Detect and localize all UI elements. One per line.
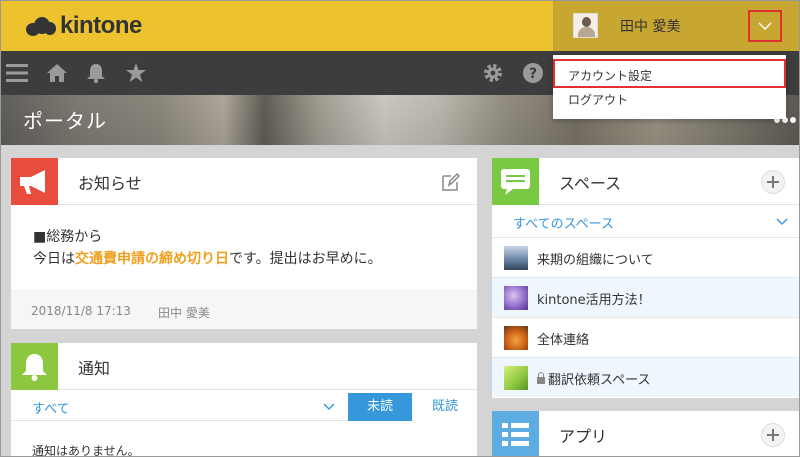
- user-avatar[interactable]: [573, 13, 598, 38]
- kintone-logo[interactable]: kintone: [26, 12, 142, 40]
- space-thumbnail: [504, 366, 528, 390]
- notification-title: 通知: [78, 359, 111, 378]
- menu-icon[interactable]: [4, 60, 30, 86]
- menu-item-logout[interactable]: ログアウト: [553, 88, 786, 114]
- notice-line-2: 今日は交通費申請の締め切り日です。提出はお早めに。: [33, 251, 382, 267]
- bell-icon: [11, 343, 58, 390]
- space-item[interactable]: kintone活用方法！: [492, 277, 800, 317]
- speech-bubble-icon: [492, 158, 539, 205]
- space-item[interactable]: 翻訳依頼スペース: [492, 357, 800, 397]
- edit-icon[interactable]: [441, 172, 461, 192]
- user-name[interactable]: 田中 愛美: [620, 16, 680, 36]
- user-menu-toggle[interactable]: [748, 10, 782, 42]
- logo-text: kintone: [60, 12, 142, 39]
- page-title: ポータル: [23, 109, 107, 133]
- notice-footer: 2018/11/8 17:13 田中 愛美: [11, 290, 477, 329]
- spaces-title: スペース: [559, 174, 622, 193]
- space-item[interactable]: 来期の組織について: [492, 237, 800, 277]
- header-bar: kintone 田中 愛美: [0, 0, 800, 51]
- space-thumbnail: [504, 286, 528, 310]
- menu-item-account-settings[interactable]: アカウント設定: [553, 59, 786, 88]
- user-menu-area[interactable]: 田中 愛美: [553, 0, 800, 51]
- gear-icon[interactable]: [480, 60, 506, 86]
- notification-panel: 通知 すべて 未読 既読 通知はありません。: [11, 343, 477, 457]
- app-list-icon: [492, 411, 539, 457]
- unread-tab-button[interactable]: 未読: [348, 393, 412, 421]
- apps-panel: アプリ: [492, 411, 800, 457]
- space-thumbnail: [504, 326, 528, 350]
- notice-line-1: ■総務から: [33, 229, 103, 245]
- notification-filter-select[interactable]: すべて: [11, 391, 347, 421]
- chevron-down-icon: [758, 22, 772, 30]
- add-space-button[interactable]: [761, 170, 785, 194]
- bell-icon[interactable]: [83, 60, 109, 86]
- chevron-down-icon: [323, 403, 335, 410]
- spaces-filter-select[interactable]: すべてのスペース: [492, 206, 800, 236]
- star-icon[interactable]: [123, 60, 149, 86]
- add-app-button[interactable]: [761, 423, 785, 447]
- svg-text:?: ?: [529, 66, 537, 82]
- home-icon[interactable]: [44, 60, 70, 86]
- chevron-down-icon: [776, 218, 788, 225]
- notice-author: 田中 愛美: [158, 306, 210, 320]
- cloud-logo-icon: [26, 15, 56, 37]
- user-dropdown-menu: アカウント設定 ログアウト: [553, 55, 786, 119]
- megaphone-icon: [11, 158, 58, 205]
- notice-content: ■総務から 今日は交通費申請の締め切り日です。提出はお早めに。: [33, 226, 382, 270]
- read-tab-button[interactable]: 既読: [421, 393, 469, 421]
- lock-icon: [537, 372, 545, 384]
- notice-panel: お知らせ ■総務から 今日は交通費申請の締め切り日です。提出はお早めに。 201…: [11, 158, 477, 329]
- notice-timestamp: 2018/11/8 17:13: [31, 304, 131, 318]
- notice-title: お知らせ: [78, 174, 142, 193]
- help-icon[interactable]: ?: [520, 60, 546, 86]
- spaces-panel: スペース すべてのスペース 来期の組織について kintone活用方法！ 全体連…: [492, 158, 800, 398]
- space-thumbnail: [504, 246, 528, 270]
- notice-highlight: 交通費申請の締め切り日: [75, 251, 229, 267]
- space-item[interactable]: 全体連絡: [492, 317, 800, 357]
- apps-title: アプリ: [559, 427, 608, 446]
- empty-message: 通知はありません。: [32, 444, 140, 457]
